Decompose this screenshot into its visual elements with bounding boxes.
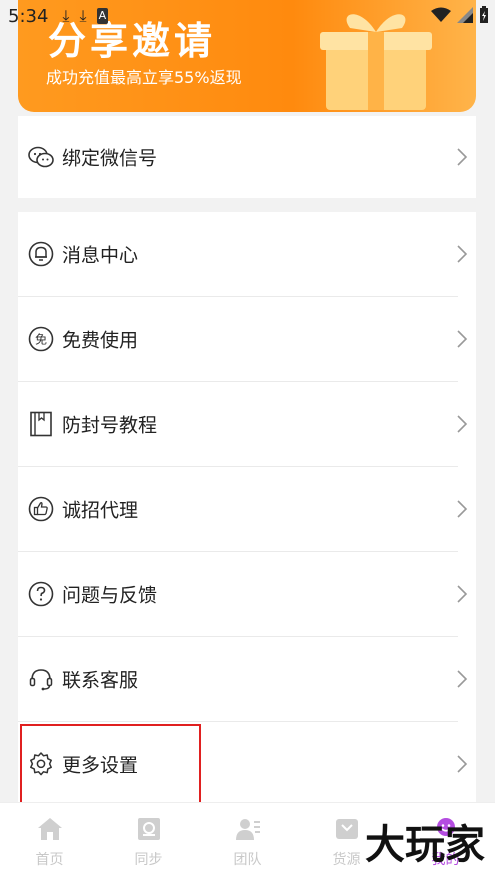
gear-icon <box>28 751 54 777</box>
banner-subtitle: 成功充值最高立享55%返现 <box>46 68 242 87</box>
menu-item-free-use[interactable]: 免 免费使用 <box>18 297 476 381</box>
book-icon <box>28 411 54 437</box>
menu-item-more-settings[interactable]: 更多设置 <box>18 722 476 806</box>
team-icon <box>235 819 260 840</box>
chevron-right-icon <box>457 670 468 688</box>
headset-icon <box>28 666 54 692</box>
tab-label: 同步 <box>134 852 163 868</box>
wechat-card: 绑定微信号 <box>18 116 476 198</box>
tab-label: 团队 <box>233 852 262 868</box>
tab-team[interactable]: 团队 <box>198 803 297 881</box>
battery-icon <box>480 6 488 23</box>
chevron-right-icon <box>457 500 468 518</box>
chevron-right-icon <box>457 245 468 263</box>
home-icon <box>37 818 62 840</box>
menu-item-feedback[interactable]: 问题与反馈 <box>18 552 476 636</box>
tab-home[interactable]: 首页 <box>0 803 99 881</box>
menu-item-message-center[interactable]: 消息中心 <box>18 212 476 296</box>
watermark-logo: 大玩家 <box>365 822 485 868</box>
thumbs-up-icon <box>28 496 54 522</box>
sync-icon <box>137 818 160 840</box>
menu-item-label: 消息中心 <box>62 244 139 267</box>
menu-item-label: 防封号教程 <box>62 414 158 437</box>
free-icon-text: 免 <box>35 332 47 347</box>
question-icon <box>28 581 54 607</box>
menu-item-label: 诚招代理 <box>62 499 139 522</box>
menu-item-customer-service[interactable]: 联系客服 <box>18 637 476 721</box>
menu-item-bind-wechat[interactable]: 绑定微信号 <box>18 116 476 198</box>
main-menu-card: 消息中心 免 免费使用 防封号教程 诚招代理 问题与反馈 联系客服 更多设置 <box>18 212 476 802</box>
font-icon: A <box>96 8 109 24</box>
download-icon: ⤓ <box>62 6 70 25</box>
chevron-right-icon <box>457 148 468 166</box>
chevron-right-icon <box>457 415 468 433</box>
free-icon: 免 <box>28 326 54 352</box>
wechat-icon <box>28 144 54 170</box>
tab-label: 货源 <box>332 852 361 868</box>
menu-item-label: 绑定微信号 <box>62 147 158 170</box>
menu-item-label: 联系客服 <box>62 669 139 692</box>
status-time: 5:34 <box>8 5 49 27</box>
goods-icon <box>335 819 358 839</box>
tab-label: 首页 <box>35 852 64 868</box>
chevron-right-icon <box>457 330 468 348</box>
menu-item-label: 免费使用 <box>62 329 139 352</box>
menu-item-label: 问题与反馈 <box>62 584 158 607</box>
chevron-right-icon <box>457 585 468 603</box>
chevron-right-icon <box>457 755 468 773</box>
bell-icon <box>28 241 54 267</box>
tab-sync[interactable]: 同步 <box>99 803 198 881</box>
wifi-icon <box>431 7 451 22</box>
status-bar: 5:34 ⤓ ⤓ A <box>0 0 495 32</box>
menu-item-agent-recruit[interactable]: 诚招代理 <box>18 467 476 551</box>
signal-icon <box>457 7 473 23</box>
download-icon: ⤓ <box>79 6 87 25</box>
menu-item-anti-ban-tutorial[interactable]: 防封号教程 <box>18 382 476 466</box>
menu-item-label: 更多设置 <box>62 754 139 777</box>
